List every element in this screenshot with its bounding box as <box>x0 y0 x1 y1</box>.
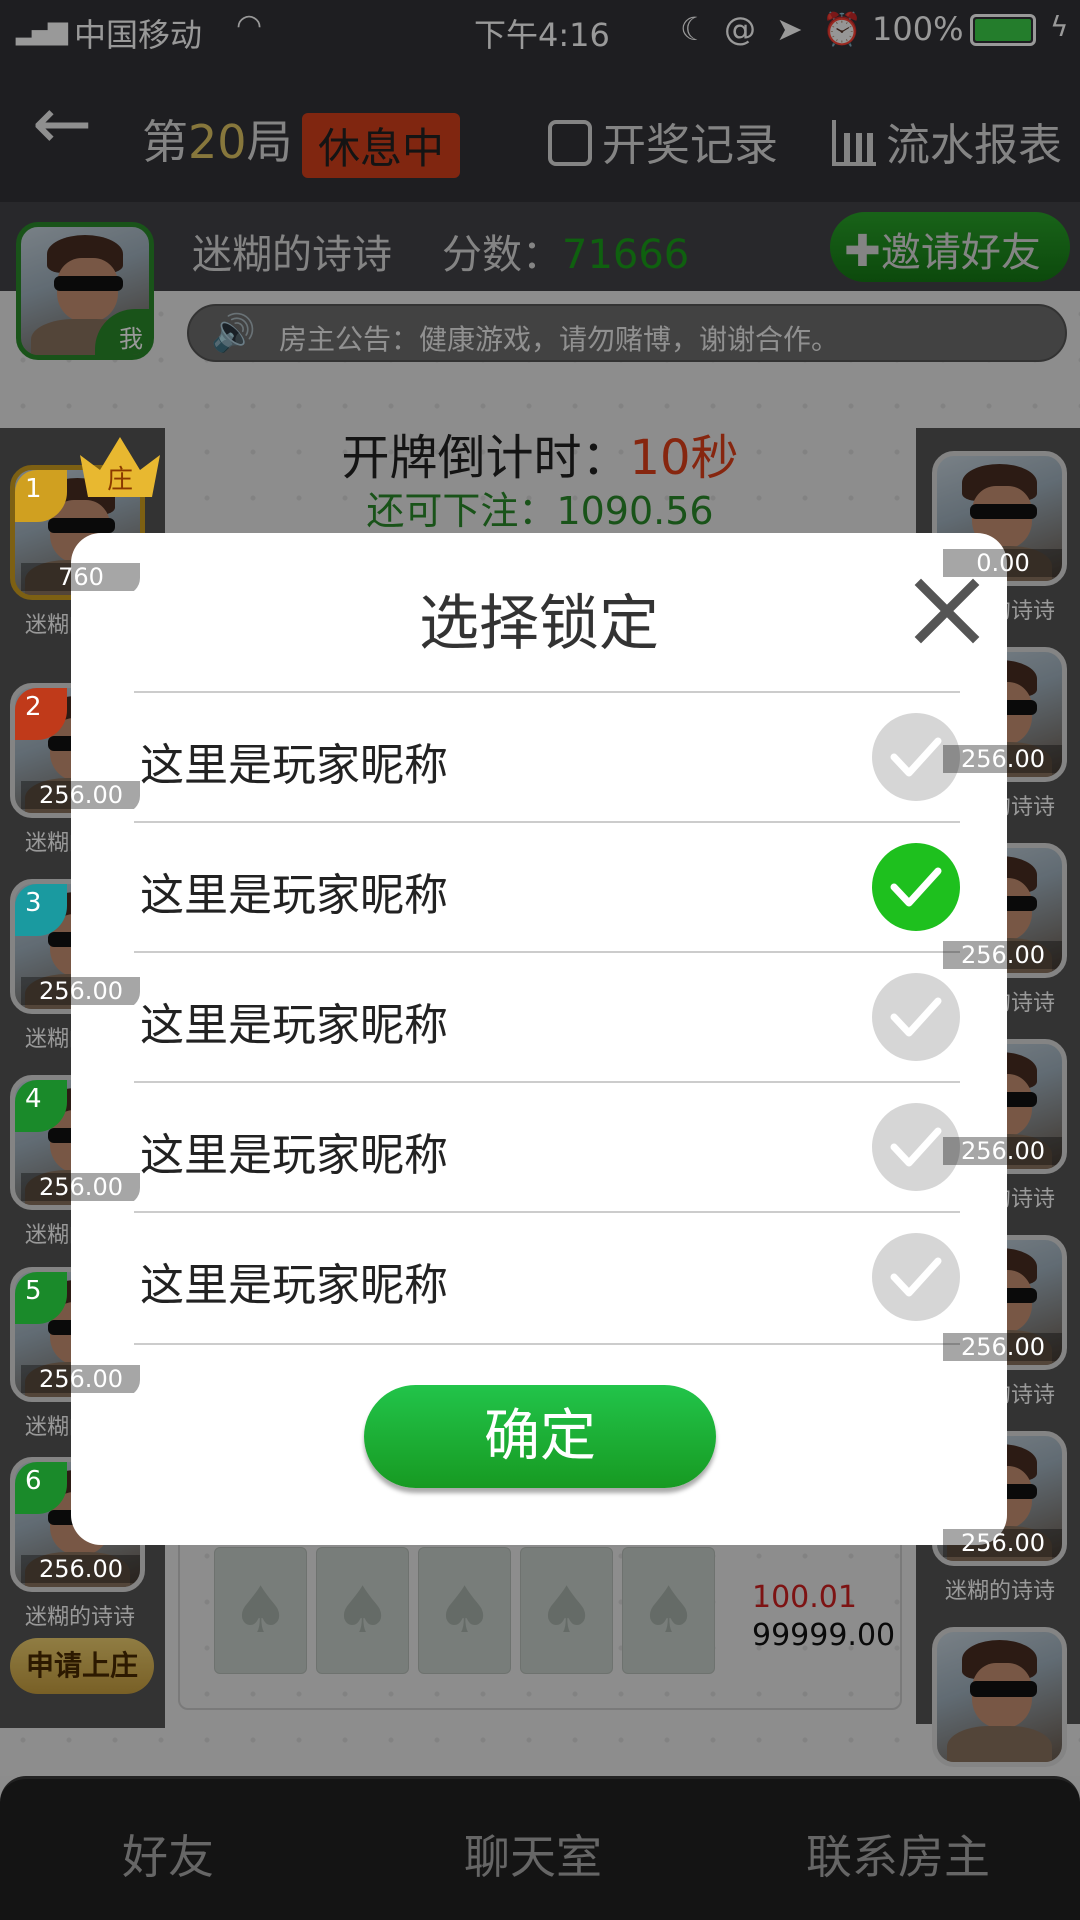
player-nickname: 这里是玩家昵称 <box>140 1130 448 1181</box>
player-nickname: 这里是玩家昵称 <box>140 1260 448 1311</box>
player-nickname: 这里是玩家昵称 <box>140 1000 448 1051</box>
check-icon[interactable] <box>872 843 960 931</box>
player-option[interactable]: 这里是玩家昵称 <box>134 951 960 1081</box>
seat-amount: 256.00 <box>21 977 140 1005</box>
close-icon[interactable] <box>909 573 985 649</box>
player-option[interactable]: 这里是玩家昵称 <box>134 1081 960 1211</box>
seat-amount: 0.00 <box>943 549 1062 577</box>
seat-amount: 256.00 <box>21 1555 140 1583</box>
player-option[interactable]: 这里是玩家昵称 <box>134 691 960 821</box>
seat-amount: 256.00 <box>943 745 1062 773</box>
check-icon[interactable] <box>872 1233 960 1321</box>
player-nickname: 这里是玩家昵称 <box>140 870 448 921</box>
dialog-title: 选择锁定 <box>419 589 659 659</box>
seat-amount: 256.00 <box>21 1173 140 1201</box>
select-lock-dialog: 选择锁定 这里是玩家昵称 这里是玩家昵称 这里是玩家昵称 这里是玩家昵称 这里是… <box>71 533 1007 1545</box>
seat-amount: 256.00 <box>943 1333 1062 1361</box>
seat-amount: 256.00 <box>943 941 1062 969</box>
seat-amount: 760 <box>21 563 140 591</box>
seat-amount: 256.00 <box>943 1529 1062 1557</box>
seat-amount: 256.00 <box>21 1365 140 1393</box>
confirm-button[interactable]: 确定 <box>364 1385 716 1488</box>
player-nickname: 这里是玩家昵称 <box>140 740 448 791</box>
player-option[interactable]: 这里是玩家昵称 <box>134 1211 960 1341</box>
seat-amount: 256.00 <box>21 781 140 809</box>
check-icon[interactable] <box>872 973 960 1061</box>
seat-amount: 256.00 <box>943 1137 1062 1165</box>
player-option[interactable]: 这里是玩家昵称 <box>134 821 960 951</box>
row-divider-bottom <box>134 1343 960 1345</box>
